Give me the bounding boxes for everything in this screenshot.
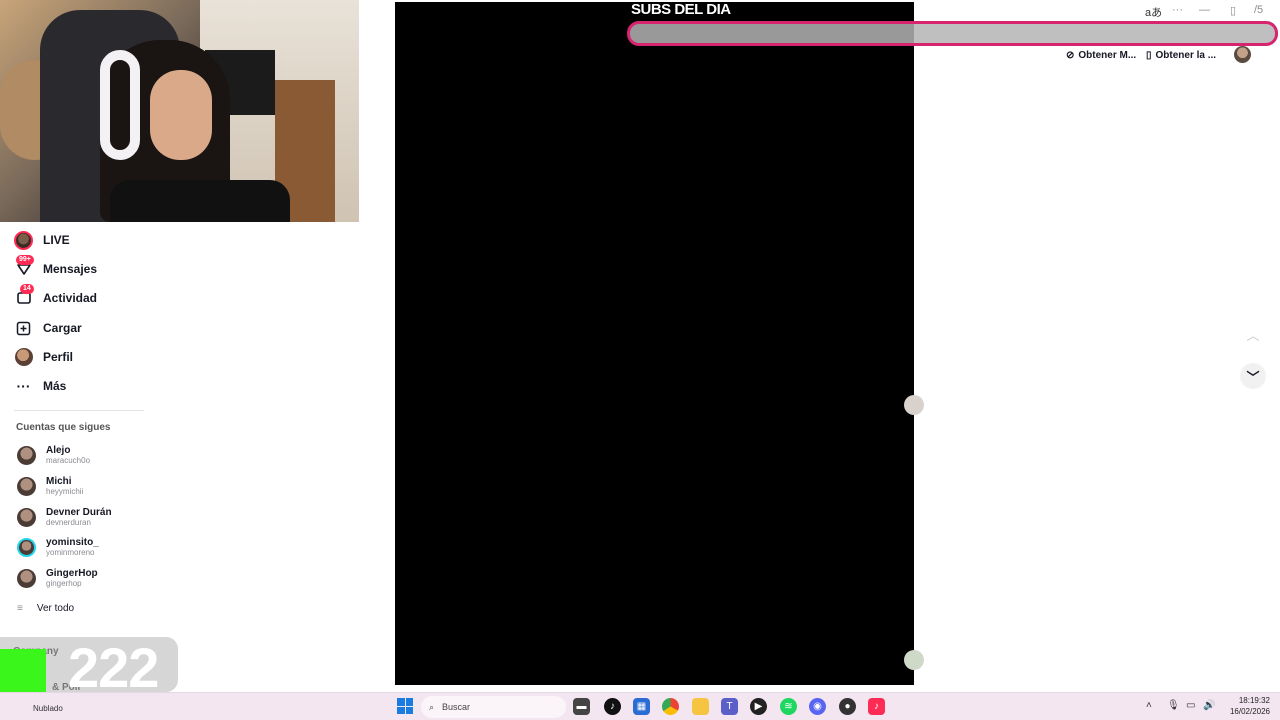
translate-icon[interactable]: aあ bbox=[1145, 4, 1162, 20]
sidebar-item-upload[interactable]: Cargar bbox=[14, 316, 82, 340]
file-explorer-icon[interactable]: ▬ bbox=[573, 698, 590, 715]
chevron-up-icon: ︿ bbox=[1246, 327, 1260, 343]
following-account[interactable]: GingerHop gingerhop bbox=[17, 568, 98, 588]
list-icon: ≡ bbox=[17, 603, 23, 614]
clock[interactable]: 18:19:32 16/02/2026 bbox=[1224, 695, 1270, 717]
account-handle: yominmoreno bbox=[46, 548, 95, 557]
chrome-icon[interactable] bbox=[662, 698, 679, 715]
profile-avatar-icon bbox=[14, 348, 33, 367]
sidebar-item-activity[interactable]: 14 Actividad bbox=[14, 283, 98, 310]
clock-time: 18:19:32 bbox=[1238, 696, 1270, 705]
obs-icon[interactable]: ● bbox=[839, 698, 856, 715]
webcam-overlay bbox=[0, 0, 359, 222]
messages-badge: 99+ bbox=[16, 254, 34, 265]
following-account[interactable]: Michi heyymichii bbox=[17, 476, 83, 496]
tiktok-live-icon[interactable]: ♪ bbox=[868, 698, 885, 715]
account-name: Michi bbox=[46, 476, 72, 487]
avatar bbox=[17, 445, 36, 465]
see-all-label: Ver todo bbox=[36, 603, 75, 614]
taskbar: Nublado ⌕ Buscar ▬ ♪ ▦ T ▶ ≋ ◉ ● ♪ ˄ 🎙 ▭… bbox=[0, 692, 1280, 720]
sidebar: LIVE 99+ Mensajes 14 Actividad Cargar Pe… bbox=[0, 222, 160, 692]
get-app-label: Obtener la ... bbox=[1155, 49, 1217, 61]
account-handle: maracuch0o bbox=[46, 456, 91, 465]
sidebar-item-label: Cargar bbox=[43, 321, 82, 335]
next-video-button[interactable]: ﹀ bbox=[1240, 363, 1266, 389]
avatar bbox=[17, 568, 36, 588]
store-icon[interactable]: ▦ bbox=[633, 698, 650, 715]
weather-label[interactable]: Nublado bbox=[33, 704, 63, 713]
teams-icon[interactable]: T bbox=[721, 698, 738, 715]
search-input[interactable]: ⌕ Buscar bbox=[421, 696, 566, 718]
upload-icon bbox=[14, 319, 33, 338]
spotify-icon[interactable]: ≋ bbox=[780, 698, 797, 715]
following-account[interactable]: yominsito_ yominmoreno bbox=[17, 537, 99, 557]
activity-icon: 14 bbox=[14, 283, 34, 308]
phone-icon: ▯ bbox=[1146, 49, 1152, 61]
compass-icon: ⊘ bbox=[1066, 49, 1075, 61]
avatar[interactable] bbox=[1234, 46, 1251, 63]
chevron-up-icon[interactable]: ˄ bbox=[1146, 700, 1152, 711]
following-account[interactable]: Devner Durán devnerduran bbox=[17, 507, 112, 527]
divider bbox=[14, 410, 144, 411]
see-all-link[interactable]: ≡ Ver todo bbox=[17, 603, 74, 614]
avatar bbox=[17, 507, 36, 527]
avatar bbox=[17, 476, 36, 496]
following-title: Cuentas que sigues bbox=[16, 422, 111, 433]
minimize-icon[interactable]: — bbox=[1199, 4, 1210, 16]
sidebar-item-live[interactable]: LIVE bbox=[14, 228, 70, 252]
following-account[interactable]: Alejo maracuch0o bbox=[17, 445, 90, 465]
network-icon[interactable]: ▭ bbox=[1186, 700, 1195, 711]
subs-progress-bar bbox=[627, 21, 1278, 46]
discord-icon[interactable]: ◉ bbox=[809, 698, 826, 715]
account-name: Alejo bbox=[46, 445, 71, 456]
search-icon: ⌕ bbox=[429, 701, 435, 712]
live-avatar-icon bbox=[14, 230, 33, 250]
folder-icon[interactable] bbox=[692, 698, 709, 715]
search-placeholder: Buscar bbox=[442, 702, 471, 712]
get-coins-label: Obtener M... bbox=[1078, 49, 1137, 61]
account-handle: devnerduran bbox=[46, 518, 91, 527]
subs-counter: 222 bbox=[68, 636, 159, 699]
sidebar-item-label: LIVE bbox=[43, 233, 70, 247]
windows-start-icon[interactable] bbox=[397, 698, 413, 714]
chevron-down-icon: ﹀ bbox=[1246, 369, 1260, 385]
account-handle: gingerhop bbox=[46, 579, 82, 588]
sidebar-item-profile[interactable]: Perfil bbox=[14, 345, 73, 369]
music-disc-icon[interactable] bbox=[904, 650, 924, 670]
microphone-icon[interactable]: 🎙 bbox=[1167, 700, 1180, 711]
video-player[interactable] bbox=[395, 2, 914, 685]
media-player-icon[interactable]: ▶ bbox=[750, 698, 767, 715]
account-name: GingerHop bbox=[46, 568, 98, 579]
account-name: Devner Durán bbox=[46, 507, 112, 518]
get-app-button[interactable]: ▯ Obtener la ... bbox=[1146, 47, 1216, 63]
tiktok-icon[interactable]: ♪ bbox=[604, 698, 621, 715]
creator-avatar[interactable] bbox=[904, 395, 924, 415]
sidebar-item-label: Perfil bbox=[43, 350, 74, 364]
sidebar-item-messages[interactable]: 99+ Mensajes bbox=[14, 254, 98, 281]
subs-counter-widget: Company m & Poli c 222 bbox=[0, 636, 178, 704]
maximize-icon[interactable]: ▯ bbox=[1230, 4, 1236, 17]
volume-icon[interactable]: 🔊 bbox=[1203, 700, 1215, 711]
previous-video-button[interactable]: ︿ bbox=[1240, 321, 1266, 347]
sidebar-item-label: Mensajes bbox=[43, 262, 98, 276]
green-logo-block bbox=[0, 649, 46, 692]
account-name: yominsito_ bbox=[46, 537, 99, 548]
close-icon[interactable]: /5 bbox=[1254, 4, 1263, 16]
messages-icon: 99+ bbox=[14, 254, 34, 279]
more-options-icon[interactable]: ··· bbox=[1172, 4, 1183, 16]
account-handle: heyymichii bbox=[46, 487, 84, 496]
clock-date: 16/02/2026 bbox=[1229, 707, 1270, 716]
activity-badge: 14 bbox=[20, 283, 34, 294]
sidebar-item-more[interactable]: ··· Más bbox=[14, 374, 67, 398]
subs-title: SUBS DEL DIA bbox=[631, 1, 731, 18]
get-coins-button[interactable]: ⊘ Obtener M... bbox=[1066, 47, 1136, 63]
avatar bbox=[17, 537, 36, 557]
sidebar-item-label: Más bbox=[43, 379, 67, 393]
sidebar-item-label: Actividad bbox=[43, 291, 98, 305]
more-icon: ··· bbox=[16, 378, 31, 394]
